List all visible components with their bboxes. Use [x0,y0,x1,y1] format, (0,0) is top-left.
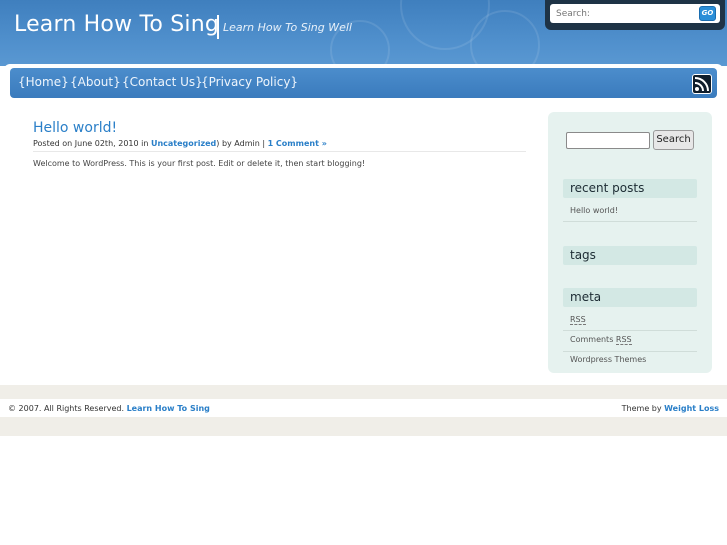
copyright-text: © 2007. All Rights Reserved. [8,404,125,413]
post-meta-author: ) by Admin | [216,139,268,148]
meta-rss-link[interactable]: RSS [570,315,586,325]
footer-site-link[interactable]: Learn How To Sing [127,404,210,413]
meta-comments-rss-link[interactable]: Comments RSS [570,335,632,345]
nav-item-home[interactable]: {Home} [18,75,69,89]
widget-divider [563,330,697,331]
rss-feed-icon[interactable] [692,74,712,94]
footer-top-band [0,385,727,399]
main-nav: {Home} {About} {Contact Us} {Privacy Pol… [10,68,717,98]
recent-post-link[interactable]: Hello world! [570,206,618,215]
header-decoration [470,10,540,66]
post-category-link[interactable]: Uncategorized [151,139,216,148]
theme-by-text: Theme by [621,404,662,413]
footer-bottom-band [0,417,727,436]
footer-credit: Theme by Weight Loss [622,404,719,413]
widget-divider [563,221,697,222]
widget-title-meta: meta [563,288,697,307]
post-title[interactable]: Hello world! [33,120,117,136]
nav-item-about[interactable]: {About} [70,75,121,89]
rss-abbr: RSS [570,315,586,325]
header-search-go-button[interactable]: GO [699,6,716,21]
widget-title-recent-posts: recent posts [563,179,697,198]
post-body: Welcome to WordPress. This is your first… [33,159,366,168]
footer-copyright: © 2007. All Rights Reserved. Learn How T… [8,404,210,413]
widget-divider [563,351,697,352]
title-divider [217,15,219,39]
sidebar [548,112,712,373]
widget-title-tags: tags [563,246,697,265]
comments-label: Comments [570,335,616,344]
rss-abbr: RSS [615,335,632,345]
meta-wordpress-themes-link[interactable]: Wordpress Themes [570,355,646,364]
sidebar-search-input[interactable] [566,132,650,149]
site-title[interactable]: Learn How To Sing [14,12,219,37]
footer-theme-link[interactable]: Weight Loss [664,404,719,413]
post-meta: Posted on June 02th, 2010 in Uncategoriz… [33,139,327,148]
nav-item-contact-us[interactable]: {Contact Us} [122,75,203,89]
header-search: GO [545,0,725,30]
sidebar-search-button[interactable]: Search [653,130,694,150]
nav-item-privacy-policy[interactable]: {Privacy Policy} [201,75,298,89]
site-tagline: Learn How To Sing Well [223,21,352,34]
post-divider [33,151,526,152]
rss-glyph-icon [694,77,709,92]
header-search-input[interactable] [550,4,720,23]
page: Learn How To Sing Learn How To Sing Well… [0,0,727,545]
post-meta-date: Posted on June 02th, 2010 in [33,139,151,148]
post-comments-link[interactable]: 1 Comment » [268,139,327,148]
